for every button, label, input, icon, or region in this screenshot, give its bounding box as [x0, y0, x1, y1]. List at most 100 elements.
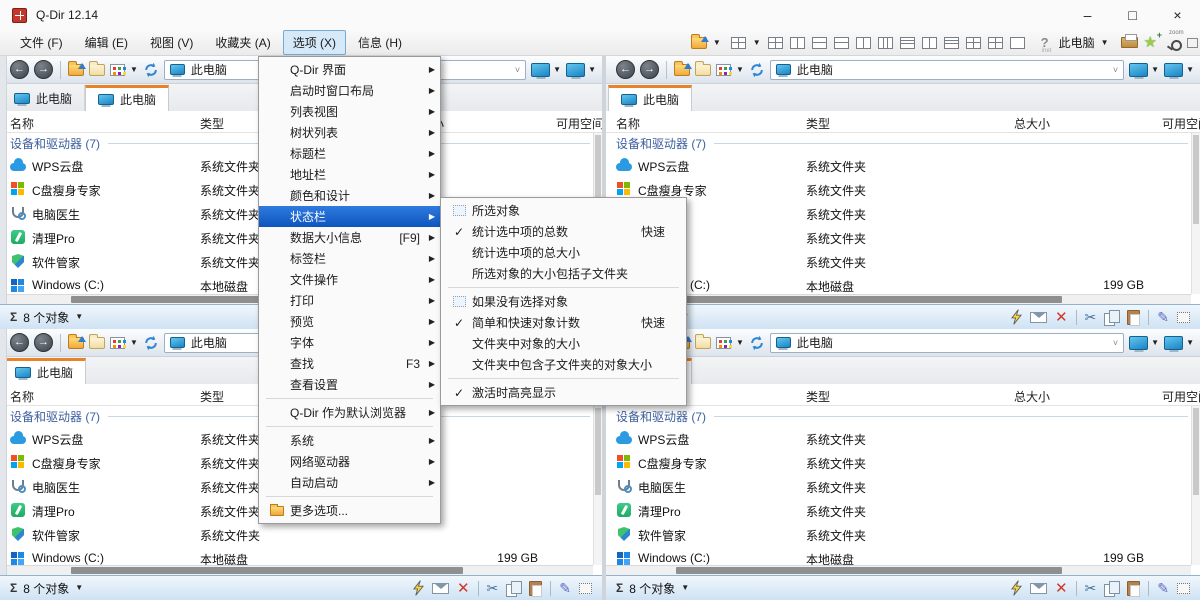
back-button[interactable]: ← [10, 333, 29, 352]
add-favorite-icon[interactable]: ★ [1144, 35, 1157, 50]
menu-item[interactable]: 查找F3▶ [259, 353, 440, 374]
rename-icon[interactable] [432, 583, 449, 594]
submenu-item[interactable]: ✓简单和快速对象计数快速 [441, 312, 686, 333]
rename-icon[interactable] [1030, 312, 1047, 323]
menu-item[interactable]: 标签栏▶ [259, 248, 440, 269]
object-count-dropdown-icon[interactable]: ▼ [75, 584, 83, 592]
edit-icon[interactable]: ✎ [559, 581, 571, 595]
horizontal-scrollbar[interactable] [0, 565, 593, 575]
tab-computer-active[interactable]: 此电脑 [2, 358, 86, 384]
flash-icon[interactable] [413, 580, 424, 596]
layout-hsplit-icon[interactable] [834, 37, 849, 49]
view-mode-dropdown-icon[interactable]: ▼ [736, 66, 744, 74]
menu-item[interactable]: 列表视图▶ [259, 101, 440, 122]
delete-icon[interactable]: ✕ [1055, 310, 1068, 325]
view-mode-button[interactable] [716, 64, 731, 76]
layout-rows3-icon[interactable] [900, 37, 915, 49]
column-header-name[interactable]: 名称 [10, 388, 34, 405]
view-mode-button[interactable] [110, 64, 125, 76]
copy-icon[interactable] [1104, 581, 1119, 596]
copy-icon[interactable] [1104, 310, 1119, 325]
view-mode-dropdown-icon[interactable]: ▼ [736, 339, 744, 347]
menu-item[interactable]: 树状列表▶ [259, 122, 440, 143]
flash-icon[interactable] [1011, 309, 1022, 325]
submenu-item[interactable]: ✓统计选中项的总数快速 [441, 221, 686, 242]
close-button[interactable]: × [1155, 0, 1200, 30]
paste-icon[interactable] [529, 581, 542, 596]
goto-folder-button-1[interactable]: ▼ [1129, 63, 1159, 77]
group-header[interactable]: 设备和驱动器 (7) [606, 406, 1188, 426]
goto-folder-button-2[interactable]: ▼ [1164, 63, 1194, 77]
view-mode-dropdown-icon[interactable]: ▼ [130, 66, 138, 74]
submenu-item[interactable]: 所选对象的大小包括子文件夹 [441, 263, 686, 284]
column-header-free[interactable]: 可用空间 [556, 115, 602, 132]
dropdown-icon[interactable]: ▼ [1151, 339, 1159, 347]
menu-item[interactable]: 地址栏▶ [259, 164, 440, 185]
goto-folder-button-2[interactable]: ▼ [1164, 336, 1194, 350]
toolbar-computer-label[interactable]: 此电脑 [1059, 34, 1095, 51]
submenu-item[interactable]: 文件夹中包含子文件夹的对象大小 [441, 354, 686, 375]
folder-up-button[interactable] [68, 337, 84, 349]
menu-item[interactable]: 自动启动▶ [259, 472, 440, 493]
view-mode-dropdown-icon[interactable]: ▼ [130, 339, 138, 347]
menu-item[interactable]: Q-Dir 界面▶ [259, 59, 440, 80]
address-combo[interactable]: 此电脑 ˅ [770, 60, 1124, 80]
tab-computer-active[interactable]: 此电脑 [85, 85, 169, 111]
view-mode-button[interactable] [716, 337, 731, 349]
column-header-name[interactable]: 名称 [616, 115, 640, 132]
menubar-item-4[interactable]: 选项 (X) [283, 30, 346, 55]
object-count[interactable]: 8 个对象 [23, 309, 69, 326]
group-header[interactable]: 设备和驱动器 (7) [606, 133, 1188, 153]
column-header-type[interactable]: 类型 [200, 388, 224, 405]
layout-cols3-icon[interactable] [878, 37, 893, 49]
horizontal-scrollbar[interactable] [606, 565, 1191, 575]
paste-icon[interactable] [1127, 581, 1140, 596]
file-row[interactable]: C盘瘦身专家系统文件夹 [606, 177, 1191, 201]
submenu-item[interactable]: 统计选中项的总大小 [441, 242, 686, 263]
file-row[interactable]: WPS云盘系统文件夹 [606, 426, 1191, 450]
new-folder-button[interactable] [695, 337, 711, 349]
tab-computer[interactable]: 此电脑 [2, 85, 85, 111]
goto-folder-button-1[interactable]: ▼ [531, 63, 561, 77]
forward-button[interactable]: → [34, 60, 53, 79]
address-dropdown-icon[interactable]: ˅ [515, 65, 520, 75]
minimize-button[interactable]: – [1065, 0, 1110, 30]
object-count[interactable]: 8 个对象 [629, 580, 675, 597]
folder-up-button[interactable] [674, 64, 690, 76]
layout-rows3-icon[interactable] [944, 37, 959, 49]
menu-item[interactable]: 系统▶ [259, 430, 440, 451]
object-count[interactable]: 8 个对象 [23, 580, 69, 597]
menu-item[interactable]: 启动时窗口布局▶ [259, 80, 440, 101]
new-folder-button[interactable] [89, 337, 105, 349]
file-row[interactable]: C盘瘦身专家系统文件夹 [606, 450, 1191, 474]
paste-icon[interactable] [1127, 310, 1140, 325]
edit-icon[interactable]: ✎ [1157, 310, 1169, 324]
cut-icon[interactable]: ✂ [1085, 310, 1097, 324]
horizontal-scrollbar-thumb[interactable] [676, 296, 1062, 303]
cut-icon[interactable]: ✂ [487, 581, 499, 595]
column-header-free[interactable]: 可用空间 [1162, 115, 1200, 132]
window-layout-icon[interactable] [1187, 38, 1198, 48]
menu-item[interactable]: Q-Dir 作为默认浏览器▶ [259, 402, 440, 423]
menu-item[interactable]: 更多选项... [259, 500, 440, 521]
menu-item[interactable]: 字体▶ [259, 332, 440, 353]
layout-quad-icon[interactable] [966, 37, 981, 49]
dropdown-icon[interactable]: ▼ [1186, 339, 1194, 347]
forward-button[interactable]: → [34, 333, 53, 352]
file-row[interactable]: 电脑医生系统文件夹 [606, 474, 1191, 498]
file-row[interactable]: 电脑医生系统文件夹 [606, 201, 1191, 225]
address-dropdown-icon[interactable]: ˅ [1113, 65, 1118, 75]
horizontal-scrollbar[interactable] [606, 294, 1191, 304]
submenu-item[interactable]: 所选对象 [441, 200, 686, 221]
view-mode-button[interactable] [110, 337, 125, 349]
refresh-button[interactable] [749, 335, 765, 351]
menu-item-highlighted[interactable]: 状态栏▶ [259, 206, 440, 227]
layout-vsplit-icon[interactable] [922, 37, 937, 49]
menubar-item-2[interactable]: 视图 (V) [140, 30, 203, 55]
new-folder-button[interactable] [695, 64, 711, 76]
file-row[interactable]: 软件管家系统文件夹 [606, 249, 1191, 273]
menu-item[interactable]: 颜色和设计▶ [259, 185, 440, 206]
menu-item[interactable]: 文件操作▶ [259, 269, 440, 290]
layout-quad-icon[interactable] [988, 37, 1003, 49]
zoom-icon[interactable]: zoom [1167, 36, 1181, 50]
